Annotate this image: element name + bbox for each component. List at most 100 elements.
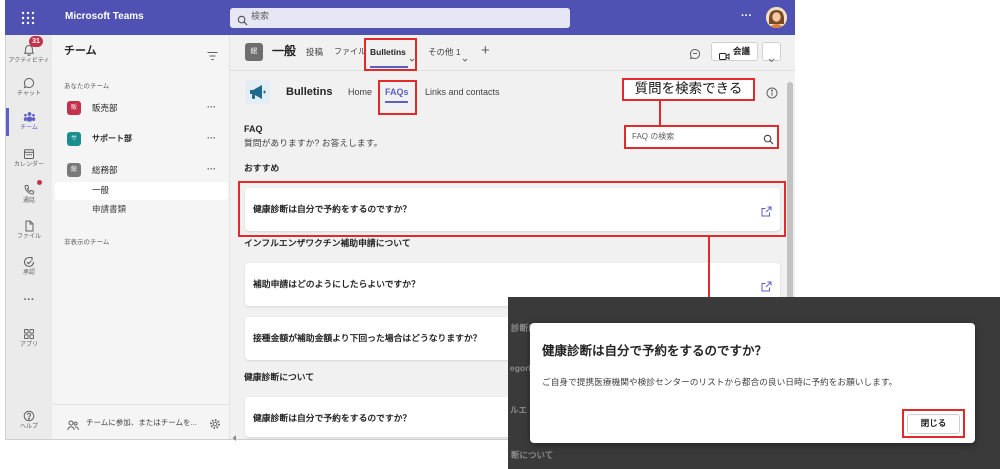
chevron-down-icon: [462, 49, 468, 68]
phone-icon: [24, 184, 35, 195]
open-external-icon[interactable]: [761, 278, 772, 297]
team-avatar-general-affairs: 総: [67, 163, 81, 177]
faq-subtitle: 質問がありますか? お答えします。: [244, 138, 383, 148]
section-title-flu-vaccine: インフルエンザワクチン補助申請について: [244, 238, 411, 248]
rail-label-help: ヘルプ: [19, 424, 38, 430]
filter-icon[interactable]: [207, 47, 218, 66]
your-teams-label: あなたのチーム: [64, 83, 110, 90]
meet-button-label: 会議: [733, 46, 751, 56]
annotation-box-faqs: [378, 80, 417, 115]
app-title: Microsoft Teams: [65, 11, 144, 22]
chat-icon: [23, 77, 35, 89]
annotation-box-bulletins-tab: [364, 38, 417, 71]
rail-label-teams: チーム: [20, 125, 38, 131]
channel-name-applications[interactable]: 申請書類: [92, 204, 126, 214]
faq-search-placeholder: FAQ の検索: [632, 132, 675, 141]
people-add-icon: [67, 417, 79, 436]
hidden-teams-label[interactable]: 非表示のチーム: [64, 239, 109, 247]
chevron-down-icon: [768, 49, 775, 68]
rail-label-apps: アプリ: [19, 342, 38, 348]
rail-item-apps[interactable]: アプリ: [6, 328, 52, 349]
tab-files[interactable]: ファイル: [334, 47, 366, 57]
teams-list-pane: [52, 35, 230, 439]
annotation-box-close-button: [902, 409, 965, 438]
scroll-left-arrow-icon[interactable]: [231, 428, 237, 447]
rail-item-help[interactable]: ヘルプ: [6, 410, 52, 431]
channel-title: 一般: [272, 44, 297, 58]
channel-name-general[interactable]: 一般: [92, 185, 109, 195]
join-or-create-team-link[interactable]: チームに参加、またはチームを...: [86, 418, 197, 427]
faq-title: FAQ: [244, 124, 263, 134]
sidebar-footer-divider: [52, 404, 230, 405]
background-fragment: ルエ: [510, 405, 528, 415]
annotation-callout-text: 質問を検索できる: [634, 81, 743, 96]
rail-label-calendar: カレンダー: [13, 162, 44, 168]
apps-icon: [24, 329, 34, 339]
annotation-arrow-line: [708, 237, 710, 304]
team-name-general-affairs[interactable]: 総務部: [92, 165, 118, 175]
rail-label-chat: チャット: [17, 91, 41, 97]
faq-question[interactable]: 補助申請はどのようにしたらよいですか？: [253, 279, 420, 290]
background-fragment: egori: [510, 363, 531, 373]
app-launcher-icon[interactable]: [21, 11, 35, 30]
search-icon: [237, 12, 248, 31]
rail-label-approvals: 承認: [22, 270, 35, 276]
rail-item-files[interactable]: ファイル: [6, 220, 52, 241]
conversation-icon[interactable]: [689, 46, 701, 65]
teams-icon: [23, 112, 35, 122]
rail-item-activity[interactable]: アクティビティ: [6, 44, 52, 65]
background-fragment: 断について: [511, 450, 554, 460]
gear-icon[interactable]: [209, 416, 221, 435]
rail-label-calls: 通話: [22, 198, 35, 204]
rail-label-activity: アクティビティ: [8, 58, 50, 64]
faq-question[interactable]: 健康診断は自分で予約をするのですか？: [253, 413, 411, 424]
dialog-body: ご自身で提携医療機関や検診センターのリストから都合の良い日時に予約をお願いします…: [542, 377, 898, 387]
sidebar-title: チーム: [64, 45, 97, 57]
team-name-sales[interactable]: 販売部: [92, 103, 118, 113]
channel-team-avatar: 総: [245, 43, 263, 61]
team-avatar-sales: 販: [67, 101, 81, 115]
team-avatar-support: サ: [67, 132, 81, 146]
team-name-support[interactable]: サポート部: [92, 134, 132, 144]
faq-question[interactable]: 接種金額が補助金額より下回った場合はどうなりますか？: [253, 333, 482, 344]
screenshot: Microsoft Teams 検索 ··· アクティビティ 31 チャット チ…: [0, 0, 1000, 469]
team-more-button[interactable]: ···: [207, 102, 216, 113]
bulletins-app-name: Bulletins: [286, 86, 333, 98]
megaphone-icon: [250, 85, 266, 99]
tab-posts[interactable]: 投稿: [306, 47, 323, 57]
nav-home[interactable]: Home: [348, 87, 372, 98]
rail-more-button[interactable]: ···: [6, 294, 52, 307]
header-divider: [230, 70, 795, 71]
nav-links-and-contacts[interactable]: Links and contacts: [425, 87, 500, 98]
approvals-icon: [23, 256, 35, 268]
search-icon[interactable]: [763, 131, 774, 150]
channel-item-selected[interactable]: [55, 182, 228, 200]
rail-item-chat[interactable]: チャット: [6, 77, 52, 98]
calls-notification-dot: [37, 180, 42, 185]
info-icon[interactable]: [766, 85, 778, 104]
tab-more[interactable]: その他 1: [428, 47, 461, 57]
rail-item-teams[interactable]: チーム: [6, 111, 52, 132]
more-options-button[interactable]: ···: [741, 10, 752, 23]
annotation-box-faq-card: [238, 181, 786, 237]
section-title-recommended: おすすめ: [244, 163, 280, 173]
section-title-health-check: 健康診断について: [244, 372, 315, 382]
add-tab-button[interactable]: +: [481, 42, 490, 60]
team-more-button[interactable]: ···: [207, 164, 216, 175]
activity-badge: 31: [29, 36, 43, 47]
rail-item-approvals[interactable]: 承認: [6, 256, 52, 277]
rail-item-calendar[interactable]: カレンダー: [6, 148, 52, 169]
annotation-connector-line: [659, 101, 661, 125]
team-more-button[interactable]: ···: [207, 133, 216, 144]
global-search-placeholder: 検索: [251, 11, 270, 21]
help-icon: [23, 410, 35, 422]
rail-label-files: ファイル: [16, 234, 41, 240]
rail-item-calls[interactable]: 通話: [6, 184, 52, 205]
bulletins-logo: [245, 80, 270, 104]
video-camera-icon: [719, 47, 730, 66]
global-search-box[interactable]: [230, 8, 570, 28]
file-icon: [25, 220, 34, 232]
calendar-icon: [24, 149, 34, 159]
dialog-title: 健康診断は自分で予約をするのですか？: [542, 344, 768, 358]
user-avatar[interactable]: [766, 7, 787, 28]
